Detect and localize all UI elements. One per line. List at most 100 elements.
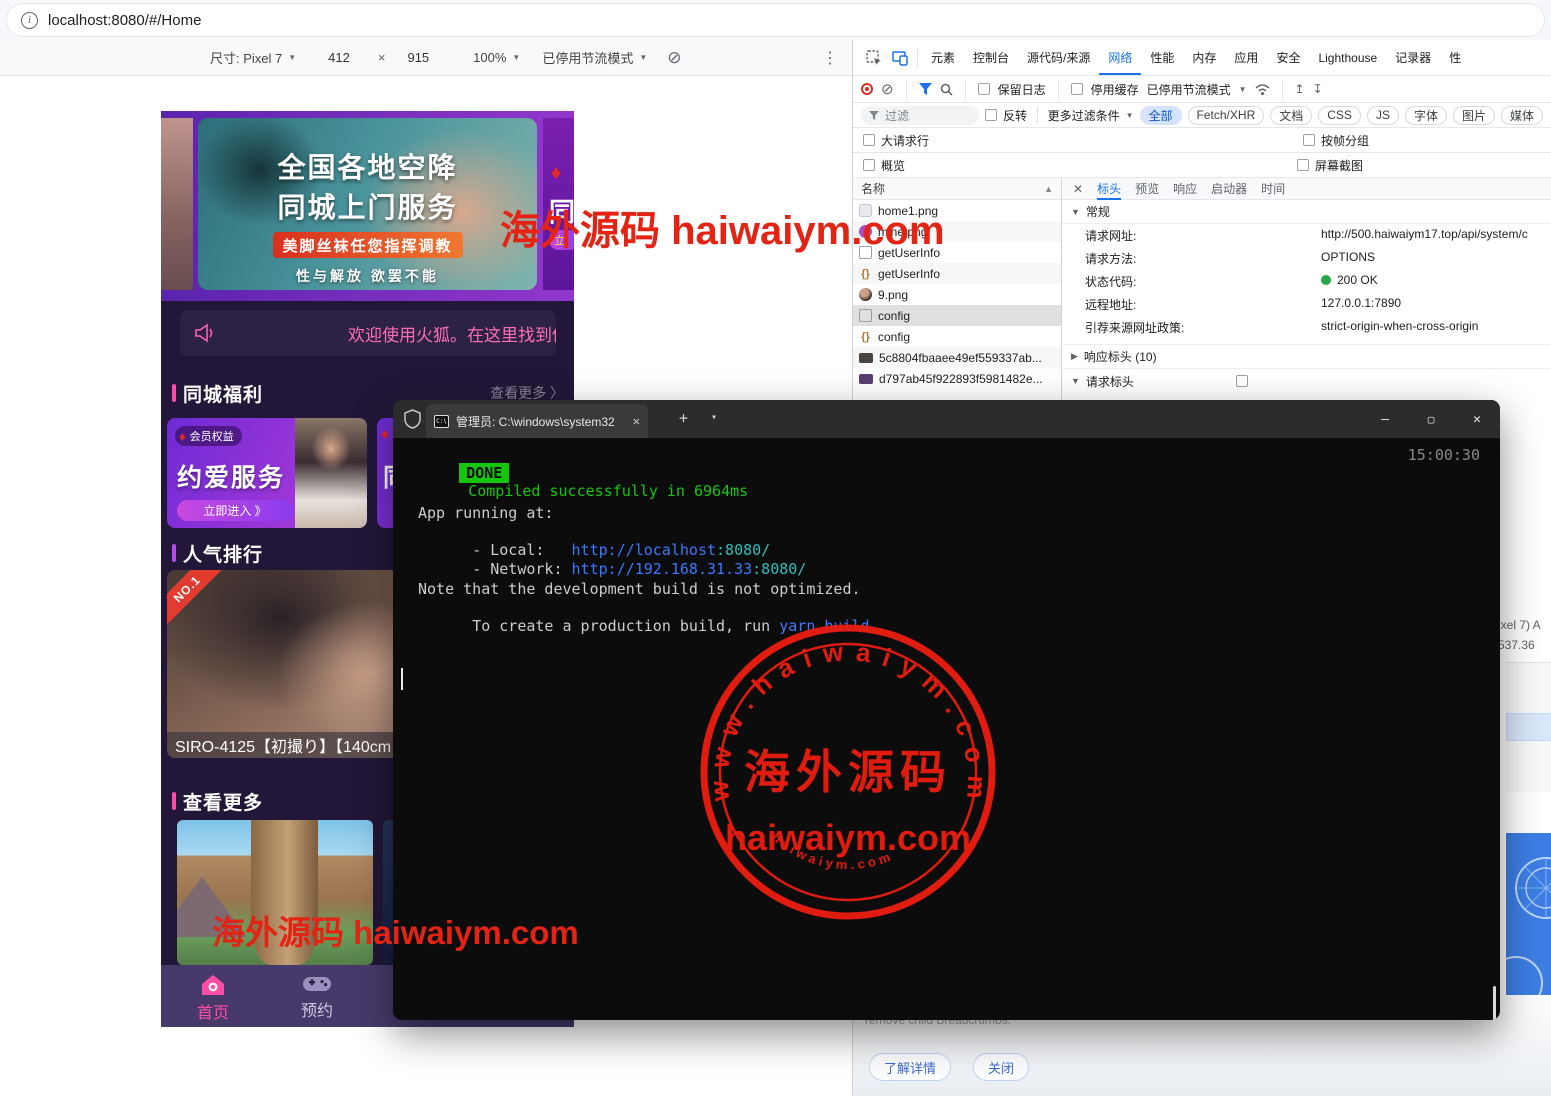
device-toolbar-menu-icon[interactable]: ⋮ — [822, 48, 838, 68]
request-row[interactable]: 5c8804fbaaee49ef559337ab... — [853, 347, 1061, 368]
promo-cta-button[interactable]: 立即进入 》 — [177, 500, 293, 521]
group-by-frame-checkbox[interactable] — [1303, 134, 1315, 146]
throttling-select[interactable]: 已停用节流模式▼ — [542, 48, 647, 67]
zoom-select[interactable]: 100%▼ — [473, 50, 520, 65]
tab-security[interactable]: 安全 — [1267, 40, 1309, 76]
close-button[interactable]: 关闭 — [973, 1053, 1029, 1081]
notice-bar[interactable]: 欢迎使用火狐。在这里找到你! — [180, 310, 556, 356]
new-tab-icon[interactable]: + — [679, 409, 688, 427]
overview-checkbox[interactable] — [863, 159, 875, 171]
response-headers-section[interactable]: ▶ 响应标头 (10) — [1063, 345, 1551, 369]
request-row[interactable]: d797ab45f922893f5981482e... — [853, 368, 1061, 389]
banner-title-1: 全国各地空降 — [198, 146, 537, 186]
details-tab-initiator[interactable]: 启动器 — [1211, 180, 1247, 197]
record-button[interactable] — [861, 83, 873, 95]
banner-prev-sliver — [161, 118, 193, 290]
request-row-selected[interactable]: config — [853, 305, 1061, 326]
details-tab-response[interactable]: 响应 — [1173, 180, 1197, 197]
filter-chip-js[interactable]: JS — [1367, 106, 1399, 125]
device-toggle-icon[interactable] — [887, 45, 913, 71]
maximize-icon[interactable]: ▢ — [1408, 400, 1454, 438]
tab-network[interactable]: 网络 — [1099, 40, 1141, 76]
url-text[interactable]: localhost:8080/#/Home — [48, 12, 201, 29]
network-throttling-select[interactable]: 已停用节流模式 — [1147, 81, 1231, 98]
image-file-icon — [859, 288, 872, 301]
section-rank-title: 人气排行 — [183, 540, 263, 567]
minimize-icon[interactable]: — — [1362, 400, 1408, 438]
details-tab-headers[interactable]: 标头 — [1097, 178, 1121, 200]
filter-chip-css[interactable]: CSS — [1318, 106, 1361, 125]
clear-icon[interactable]: ⊘ — [881, 80, 894, 98]
filter-chip-media[interactable]: 媒体 — [1501, 106, 1543, 125]
import-har-icon[interactable]: ↥ — [1295, 82, 1305, 96]
preserve-log-checkbox[interactable] — [978, 83, 990, 95]
filter-input[interactable]: 过滤 — [861, 106, 979, 125]
tab-close-icon[interactable]: ✕ — [633, 414, 640, 428]
tab-application[interactable]: 应用 — [1225, 40, 1267, 76]
search-icon[interactable] — [940, 83, 953, 96]
device-select[interactable]: 尺寸: Pixel 7▼ — [210, 48, 296, 67]
viewport-width-input[interactable]: 412 — [324, 50, 354, 65]
name-column-header[interactable]: 名称 — [861, 180, 885, 197]
filter-chip-doc[interactable]: 文档 — [1270, 106, 1312, 125]
request-headers-section[interactable]: ▼ 请求标头 — [1063, 369, 1551, 393]
preflight-request-icon — [859, 309, 872, 322]
scroll-up-icon[interactable]: ▲ — [1044, 184, 1053, 194]
terminal-tab[interactable]: C:\ 管理员: C:\windows\system32 ✕ — [426, 404, 648, 438]
banner-slide[interactable]: 全国各地空降 同城上门服务 美脚丝袜任您指挥调教 性与解放 欲罢不能 — [198, 118, 537, 290]
tab-performance[interactable]: 性能 — [1141, 40, 1183, 76]
url-bar[interactable]: i localhost:8080/#/Home — [6, 3, 1545, 37]
invert-checkbox[interactable] — [985, 109, 997, 121]
network-conditions-icon[interactable] — [1255, 83, 1270, 96]
tab-performance-insights[interactable]: 性 — [1440, 40, 1470, 76]
filter-icon — [869, 111, 879, 120]
watermark-text-top: 海外源码 haiwaiym.com — [500, 198, 945, 256]
viewport-height-input[interactable]: 915 — [403, 50, 433, 65]
details-tab-preview[interactable]: 预览 — [1135, 180, 1159, 197]
tab-elements[interactable]: 元素 — [922, 40, 964, 76]
watermark-text-bottom: 海外源码 haiwaiym.com — [212, 906, 579, 954]
terminal-title-bar[interactable]: C:\ 管理员: C:\windows\system32 ✕ + ▾ — ▢ ✕ — [393, 400, 1500, 438]
details-tab-bar: ✕ 标头 预览 响应 启动器 时间 — [1063, 178, 1551, 200]
screenshots-label: 屏幕截图 — [1315, 157, 1363, 174]
tab-memory[interactable]: 内存 — [1183, 40, 1225, 76]
header-row: 引荐来源网址政策: strict-origin-when-cross-origi… — [1063, 316, 1551, 345]
terminal-scrollbar[interactable] — [1493, 986, 1496, 1020]
export-har-icon[interactable]: ↧ — [1313, 82, 1323, 96]
general-section-header[interactable]: ▼ 常规 — [1063, 200, 1551, 224]
learn-more-button[interactable]: 了解详情 — [869, 1053, 951, 1081]
raw-headers-checkbox[interactable] — [1236, 375, 1248, 387]
network-link[interactable]: http://192.168.31.33 — [572, 560, 753, 578]
filter-icon[interactable] — [919, 83, 932, 95]
request-row[interactable]: {} config — [853, 326, 1061, 347]
tab-console[interactable]: 控制台 — [964, 40, 1018, 76]
dimension-times: × — [378, 50, 386, 65]
request-row[interactable]: 9.png — [853, 284, 1061, 305]
promo-card[interactable]: ♦ 会员权益 约爱服务 立即进入 》 — [167, 418, 367, 528]
peek-selected-row[interactable] — [1506, 713, 1551, 741]
request-list-header[interactable]: 名称 ▲ — [853, 178, 1061, 200]
big-request-rows-checkbox[interactable] — [863, 134, 875, 146]
page-info-icon[interactable]: i — [21, 12, 38, 29]
tab-lighthouse[interactable]: Lighthouse — [1309, 40, 1386, 76]
close-icon[interactable]: ✕ — [1454, 400, 1500, 438]
filter-chip-all[interactable]: 全部 — [1140, 106, 1182, 125]
nav-item-reserve[interactable]: 预约 — [265, 965, 369, 1021]
inspect-element-icon[interactable] — [861, 45, 887, 71]
banner-badge: 美脚丝袜任您指挥调教 — [272, 232, 462, 258]
tab-dropdown-icon[interactable]: ▾ — [711, 412, 717, 423]
terminal-clock: 15:00:30 — [1408, 446, 1480, 464]
filter-chip-font[interactable]: 字体 — [1405, 106, 1447, 125]
more-filters-select[interactable]: 更多过滤条件 — [1048, 107, 1120, 124]
tab-sources[interactable]: 源代码/来源 — [1018, 40, 1099, 76]
filter-chip-img[interactable]: 图片 — [1453, 106, 1495, 125]
request-row[interactable]: {} getUserInfo — [853, 263, 1061, 284]
nav-item-home[interactable]: 首页 — [161, 965, 265, 1023]
disable-cache-checkbox[interactable] — [1071, 83, 1083, 95]
stamp-center-cn: 海外源码 — [744, 746, 952, 798]
filter-chip-fetch-xhr[interactable]: Fetch/XHR — [1188, 106, 1265, 125]
close-details-icon[interactable]: ✕ — [1073, 182, 1083, 196]
tab-recorder[interactable]: 记录器 — [1386, 40, 1440, 76]
screenshots-checkbox[interactable] — [1297, 159, 1309, 171]
details-tab-timing[interactable]: 时间 — [1261, 180, 1285, 197]
